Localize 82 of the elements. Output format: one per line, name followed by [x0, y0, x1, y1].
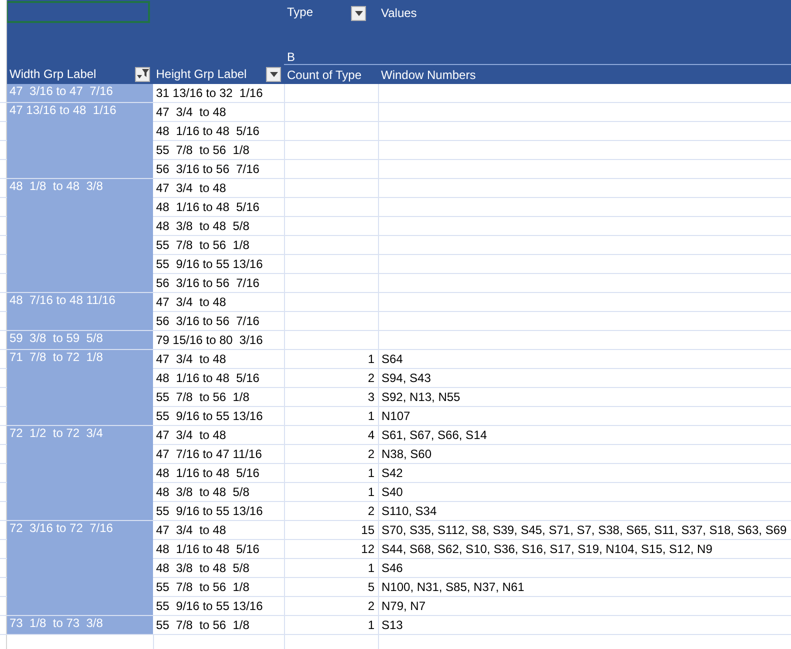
table-cell: 56 3/16 to 56 7/16	[153, 160, 284, 178]
row-header-cell: 59 3/8 to 59 5/8	[6, 330, 153, 350]
table-cell: 55 7/8 to 56 1/8	[153, 140, 284, 160]
table-cell: 55 9/16 to 55 13/16	[153, 254, 284, 274]
column-item-label: B	[287, 50, 296, 64]
row-header-cell: 47 3/16 to 47 7/16	[6, 84, 153, 102]
column-field-label: Type	[287, 5, 314, 20]
row-header-cell: 73 1/8 to 73 3/8	[6, 616, 153, 634]
dropdown-button[interactable]	[351, 6, 366, 21]
table-cell: 56 3/16 to 56 7/16	[153, 312, 284, 330]
table-cell: N79, N7	[382, 599, 426, 613]
table-cell: 48 1/16 to 48 5/16	[153, 368, 284, 388]
column-header: Window Numbers	[381, 68, 476, 82]
table-cell: 15	[361, 523, 374, 537]
table-cell: 1	[368, 466, 374, 480]
caret-icon	[354, 10, 363, 16]
table-cell: 12	[361, 542, 374, 556]
row-header-cell: 72 1/2 to 72 3/4	[6, 426, 153, 520]
table-cell: 47 3/4 to 48	[153, 178, 284, 198]
table-cell: 55 7/8 to 56 1/8	[153, 578, 284, 596]
table-cell: S110, S34	[382, 504, 437, 518]
table-cell: 55 9/16 to 55 13/16	[153, 502, 284, 520]
table-cell: 1	[368, 409, 374, 423]
table-cell: 48 3/8 to 48 5/8	[153, 216, 284, 236]
table-cell: S40	[382, 485, 403, 499]
dropdown-button[interactable]	[266, 66, 281, 82]
table-cell: 56 3/16 to 56 7/16	[153, 274, 284, 292]
table-cell: 48 3/8 to 48 5/8	[153, 558, 284, 578]
table-cell: S46	[382, 561, 403, 575]
table-cell: 2	[368, 371, 374, 385]
table-cell: 31 13/16 to 32 1/16	[153, 84, 284, 102]
table-cell: 55 7/8 to 56 1/8	[153, 236, 284, 254]
selected-cell[interactable]	[6, 1, 150, 23]
table-cell: 1	[368, 485, 374, 499]
table-cell: S70, S35, S112, S8, S39, S45, S71, S7, S38, S65, S11, S37, S18, S63, S69	[382, 523, 787, 537]
table-cell: 3	[368, 390, 374, 404]
table-cell: 2	[368, 447, 374, 461]
table-cell: 55 7/8 to 56 1/8	[153, 388, 284, 406]
column-header: Count of Type	[287, 68, 362, 82]
table-cell: 1	[368, 618, 374, 632]
table-cell: 55 9/16 to 55 13/16	[153, 596, 284, 616]
table-cell: S92, N13, N55	[382, 390, 460, 404]
table-cell: 47 3/4 to 48	[153, 350, 284, 368]
table-cell: 48 1/16 to 48 5/16	[153, 464, 284, 482]
table-cell: 48 3/8 to 48 5/8	[153, 482, 284, 502]
row-header-cell: 47 13/16 to 48 1/16	[6, 102, 153, 178]
table-cell: N100, N31, S85, N37, N61	[382, 580, 524, 594]
table-cell: 48 1/16 to 48 5/16	[153, 198, 284, 216]
table-cell: 4	[368, 428, 374, 442]
table-cell: S42	[382, 466, 403, 480]
table-cell: S64	[382, 352, 403, 366]
table-cell: S13	[382, 618, 403, 632]
row-header-cell: 71 7/8 to 72 1/8	[6, 350, 153, 426]
table-cell: N38, S60	[382, 447, 432, 461]
values-label: Values	[381, 6, 417, 20]
table-cell: 47 3/4 to 48	[153, 426, 284, 444]
table-cell: 5	[368, 580, 374, 594]
row-header-cell: 72 3/16 to 72 7/16	[6, 520, 153, 616]
row-header-cell: 48 7/16 to 48 11/16	[6, 292, 153, 330]
table-cell: N107	[382, 409, 410, 423]
table-cell: 48 1/16 to 48 5/16	[153, 122, 284, 140]
column-header: Height Grp Label	[156, 67, 247, 82]
table-cell: 48 1/16 to 48 5/16	[153, 540, 284, 558]
table-cell: S94, S43	[382, 371, 431, 385]
table-cell: 55 9/16 to 55 13/16	[153, 406, 284, 426]
table-cell: 2	[368, 504, 374, 518]
table-cell: S61, S67, S66, S14	[382, 428, 487, 442]
table-cell: 1	[368, 561, 374, 575]
table-cell: 47 3/4 to 48	[153, 292, 284, 312]
table-cell: 1	[368, 352, 374, 366]
table-cell: 47 3/4 to 48	[153, 102, 284, 122]
table-cell: 47 3/4 to 48	[153, 520, 284, 540]
row-header-cell: 48 1/8 to 48 3/8	[6, 178, 153, 292]
table-cell: S44, S68, S62, S10, S36, S16, S17, S19, N104, S15, S12, N9	[382, 542, 712, 556]
table-cell: 47 7/16 to 47 11/16	[153, 444, 284, 464]
table-cell: 55 7/8 to 56 1/8	[153, 616, 284, 634]
table-cell: 79 15/16 to 80 3/16	[153, 330, 284, 350]
caret-icon	[270, 72, 278, 77]
filter-icon	[136, 69, 148, 80]
filter-button[interactable]	[135, 66, 150, 82]
column-header: Width Grp Label	[10, 67, 96, 82]
table-cell: 2	[368, 599, 374, 613]
